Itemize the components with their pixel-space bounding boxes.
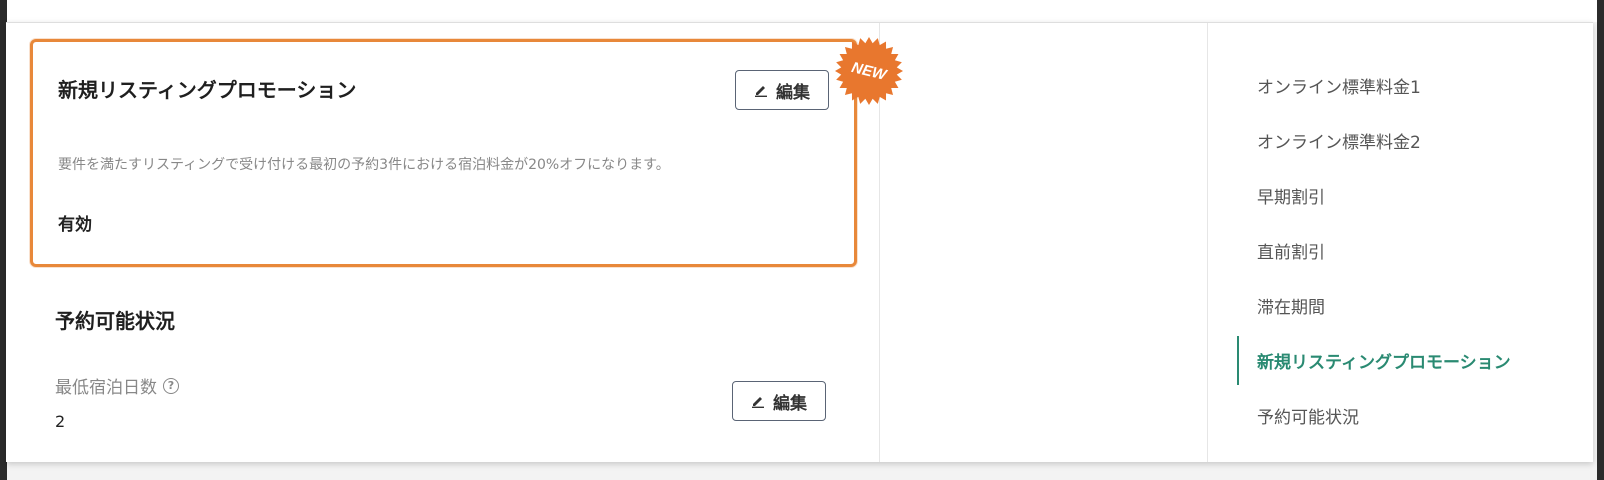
nav-item-availability[interactable]: 予約可能状況 bbox=[1208, 388, 1593, 443]
promo-edit-label: 編集 bbox=[776, 82, 810, 103]
nav-item-last-minute-discount[interactable]: 直前割引 bbox=[1208, 223, 1593, 278]
availability-edit-label: 編集 bbox=[773, 393, 807, 414]
nav-item-online-standard-rate-2[interactable]: オンライン標準料金2 bbox=[1208, 113, 1593, 168]
pencil-icon bbox=[751, 394, 765, 408]
section-nav-list: オンライン標準料金1 オンライン標準料金2 早期割引 直前割引 滞在期間 新規リ… bbox=[1208, 58, 1593, 443]
promo-card-title: 新規リスティングプロモーション bbox=[58, 78, 357, 102]
promo-status: 有効 bbox=[58, 215, 92, 235]
settings-window: 新規リスティングプロモーション 編集 要件を満たすリスティングで受け付ける最初の… bbox=[6, 22, 1593, 462]
top-strip bbox=[7, 0, 1597, 22]
nav-item-early-bird-discount[interactable]: 早期割引 bbox=[1208, 168, 1593, 223]
pencil-icon bbox=[754, 83, 768, 97]
question-circle-icon[interactable]: ? bbox=[163, 377, 179, 394]
new-listing-promotion-card: 新規リスティングプロモーション 編集 要件を満たすリスティングで受け付ける最初の… bbox=[30, 39, 857, 267]
middle-pane bbox=[880, 23, 1208, 462]
nav-item-online-standard-rate-1[interactable]: オンライン標準料金1 bbox=[1208, 58, 1593, 113]
section-nav: オンライン標準料金1 オンライン標準料金2 早期割引 直前割引 滞在期間 新規リ… bbox=[1208, 23, 1593, 462]
nav-item-new-listing-promotion[interactable]: 新規リスティングプロモーション bbox=[1208, 333, 1593, 388]
min-nights-label-text: 最低宿泊日数 bbox=[55, 378, 157, 398]
window-backdrop-right bbox=[1597, 0, 1604, 480]
promo-edit-button[interactable]: 編集 bbox=[735, 70, 829, 110]
min-nights-value: 2 bbox=[55, 412, 66, 431]
availability-section-title: 予約可能状況 bbox=[55, 309, 175, 333]
min-nights-label: 最低宿泊日数 ? bbox=[55, 373, 179, 398]
main-content-pane: 新規リスティングプロモーション 編集 要件を満たすリスティングで受け付ける最初の… bbox=[6, 23, 903, 462]
nav-item-length-of-stay[interactable]: 滞在期間 bbox=[1208, 278, 1593, 333]
promo-description: 要件を満たすリスティングで受け付ける最初の予約3件における宿泊料金が20%オフに… bbox=[58, 157, 670, 173]
availability-edit-button[interactable]: 編集 bbox=[732, 381, 826, 421]
